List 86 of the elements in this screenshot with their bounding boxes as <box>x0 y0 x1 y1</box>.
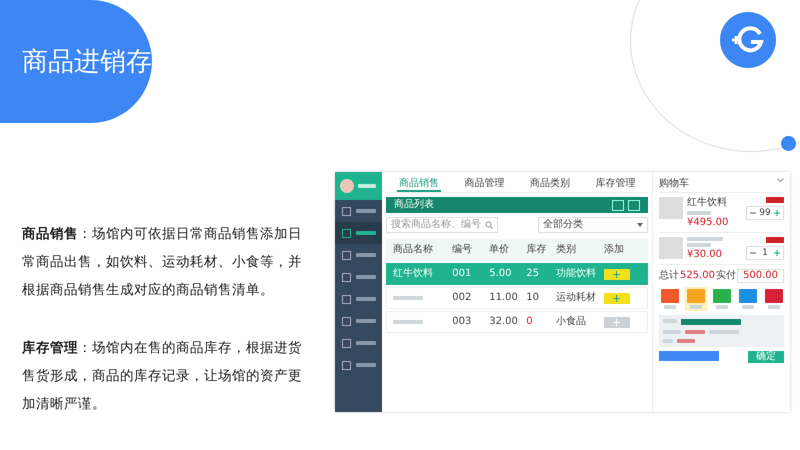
plus-icon[interactable] <box>774 250 780 256</box>
table-cell-text: 小食品 <box>556 316 587 328</box>
illegible-text <box>356 253 376 257</box>
product-photo-placeholder <box>659 197 683 219</box>
table-cell-text: 002 <box>452 292 472 304</box>
table-cell-text: 003 <box>452 316 472 328</box>
list-view-icon[interactable] <box>628 200 640 210</box>
table-row[interactable]: 002 11.00 10 运动耗材 <box>386 287 648 309</box>
column-header: 商品名称 <box>393 244 434 256</box>
add-button[interactable] <box>604 292 630 304</box>
dropdown-caret-icon <box>637 223 643 227</box>
illegible-text <box>356 363 376 367</box>
quantity-value: 99 <box>759 207 771 219</box>
category-dropdown[interactable]: 全部分类 <box>538 217 648 233</box>
total-label: 总计 <box>659 270 679 282</box>
plus-icon <box>613 270 620 278</box>
illegible-text <box>356 275 376 279</box>
table-cell-text: 功能饮料 <box>556 268 597 280</box>
chevron-down-icon[interactable] <box>777 178 784 183</box>
tab[interactable]: 商品类别 <box>528 172 572 192</box>
illegible-text <box>356 297 376 301</box>
column-header: 单价 <box>489 244 510 256</box>
quantity-stepper[interactable]: 1 <box>746 246 784 260</box>
slide-title: 商品进销存 <box>0 0 152 123</box>
payment-option[interactable] <box>659 287 681 311</box>
tab[interactable]: 库存管理 <box>593 172 638 192</box>
payment-option[interactable] <box>763 287 785 311</box>
quantity-value: 1 <box>761 247 769 259</box>
table-cell-text: 11.00 <box>489 292 519 304</box>
table-cell-text: 运动耗材 <box>556 292 597 304</box>
total-amount: 525.00 <box>680 270 715 282</box>
feature-paragraph: 库存管理：场馆内在售的商品库存，根据进货售货形成，商品的库存记录，让场馆的资产更加清晰严谨。 <box>22 339 303 414</box>
product-name: 红牛饮料 <box>687 197 728 209</box>
illegible-text <box>690 305 702 309</box>
payment-option[interactable] <box>711 287 733 311</box>
card-number-field[interactable] <box>681 319 741 325</box>
table-cell-text: 32.00 <box>489 316 519 328</box>
illegible-text <box>768 305 780 309</box>
cart-title: 购物车 <box>659 178 689 190</box>
table-cell-text: 5.00 <box>489 268 512 280</box>
search-icon <box>485 221 493 229</box>
add-button[interactable] <box>604 268 630 280</box>
column-header: 编号 <box>452 244 474 256</box>
paid-amount-field[interactable]: 500.00 <box>737 269 784 283</box>
illegible-text <box>687 211 711 215</box>
illegible-text <box>664 305 676 309</box>
column-header: 类别 <box>556 244 577 256</box>
feature-paragraph: 商品销售：场馆内可依据日常商品销售添加日常商品出售，如饮料、运动耗材、小食等，并根据商品销售生成对应的商品销售清单。 <box>22 225 303 300</box>
table-cell-text: 0 <box>526 316 534 328</box>
table-cell-text: 红牛饮料 <box>393 268 434 280</box>
illegible-text <box>687 243 711 247</box>
product-photo-placeholder <box>659 237 683 259</box>
product-price: ¥30.00 <box>687 249 723 261</box>
table-cell-text: 001 <box>452 268 472 280</box>
payment-option[interactable] <box>737 287 759 311</box>
table-row[interactable]: 003 32.00 0 小食品 <box>386 311 648 333</box>
list-title: 商品列表 <box>394 199 434 211</box>
illegible-text <box>685 330 705 334</box>
column-header: 添加 <box>604 244 625 256</box>
avatar-icon <box>340 179 354 193</box>
illegible-text <box>358 184 376 188</box>
minus-icon[interactable] <box>750 210 756 216</box>
grid-view-icon[interactable] <box>612 200 624 210</box>
quantity-stepper[interactable]: 99 <box>746 206 784 220</box>
illegible-text <box>356 209 376 213</box>
table-cell-text: 10 <box>526 292 540 304</box>
illegible-text <box>687 237 723 241</box>
product-price: ¥495.00 <box>687 217 730 229</box>
table-cell-text: 25 <box>526 268 540 280</box>
illegible-text <box>356 341 376 345</box>
plus-icon <box>613 318 620 326</box>
illegible-text <box>677 339 695 343</box>
decorative-dot <box>781 136 796 151</box>
column-header: 库存 <box>526 244 548 256</box>
illegible-text <box>716 305 728 309</box>
tab[interactable]: 商品管理 <box>462 172 506 192</box>
sidebar-item[interactable] <box>335 222 382 244</box>
minus-icon[interactable] <box>750 250 756 256</box>
illegible-text <box>393 296 423 300</box>
illegible-text <box>356 231 376 235</box>
plus-icon[interactable] <box>774 210 780 216</box>
paid-label: 实付 <box>716 270 736 282</box>
illegible-text <box>393 320 423 324</box>
illegible-text <box>742 305 754 309</box>
plus-icon <box>613 294 620 302</box>
illegible-text <box>356 319 376 323</box>
